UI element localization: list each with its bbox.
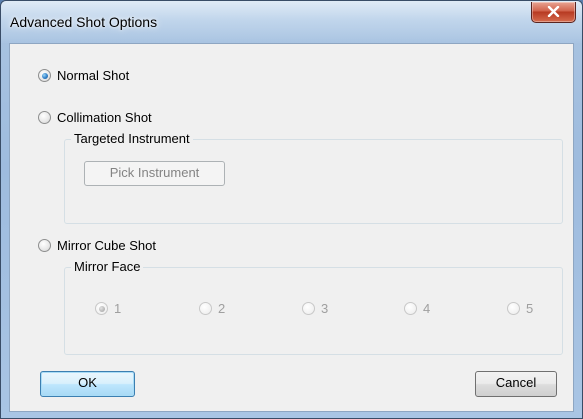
mirror-face-option[interactable]: 1 (95, 301, 121, 316)
title-bar[interactable]: Advanced Shot Options (1, 1, 582, 43)
close-button[interactable] (531, 2, 576, 23)
mirror-face-group: Mirror Face 1 2 3 4 5 (64, 259, 563, 355)
mirror-face-option[interactable]: 2 (199, 301, 225, 316)
mirror-face-option-label: 3 (321, 301, 329, 316)
mirror-face-group-label: Mirror Face (71, 259, 144, 274)
cancel-button[interactable]: Cancel (475, 371, 557, 397)
collimation-shot-label: Collimation Shot (57, 110, 152, 125)
mirror-face-option-label: 2 (218, 301, 226, 316)
normal-shot-label: Normal Shot (57, 68, 130, 83)
collimation-shot-radio-button[interactable] (38, 111, 51, 124)
targeted-instrument-group-label: Targeted Instrument (71, 131, 193, 146)
mirror-cube-shot-radio[interactable]: Mirror Cube Shot (38, 238, 156, 253)
mirror-face-radio-button[interactable] (199, 302, 212, 315)
mirror-face-option-label: 4 (423, 301, 431, 316)
mirror-face-radio-button[interactable] (507, 302, 520, 315)
normal-shot-radio-button[interactable] (38, 69, 51, 82)
mirror-face-option[interactable]: 5 (507, 301, 533, 316)
normal-shot-radio[interactable]: Normal Shot (38, 68, 129, 83)
close-icon (547, 6, 560, 17)
dialog-body: Normal Shot Collimation Shot Targeted In… (9, 43, 574, 412)
mirror-face-radio-button[interactable] (302, 302, 315, 315)
mirror-cube-shot-label: Mirror Cube Shot (57, 238, 156, 253)
window-title: Advanced Shot Options (10, 14, 158, 30)
pick-instrument-button[interactable]: Pick Instrument (84, 161, 225, 186)
mirror-face-option-label: 1 (114, 301, 122, 316)
mirror-face-option-label: 5 (526, 301, 534, 316)
targeted-instrument-group: Targeted Instrument Pick Instrument (64, 131, 563, 224)
mirror-face-option[interactable]: 3 (302, 301, 328, 316)
ok-button[interactable]: OK (40, 371, 135, 397)
mirror-face-radio-button[interactable] (404, 302, 417, 315)
mirror-face-option[interactable]: 4 (404, 301, 430, 316)
collimation-shot-radio[interactable]: Collimation Shot (38, 110, 152, 125)
dialog-window: Advanced Shot Options Normal Shot Collim… (0, 0, 583, 419)
mirror-cube-shot-radio-button[interactable] (38, 239, 51, 252)
mirror-face-radio-button[interactable] (95, 302, 108, 315)
